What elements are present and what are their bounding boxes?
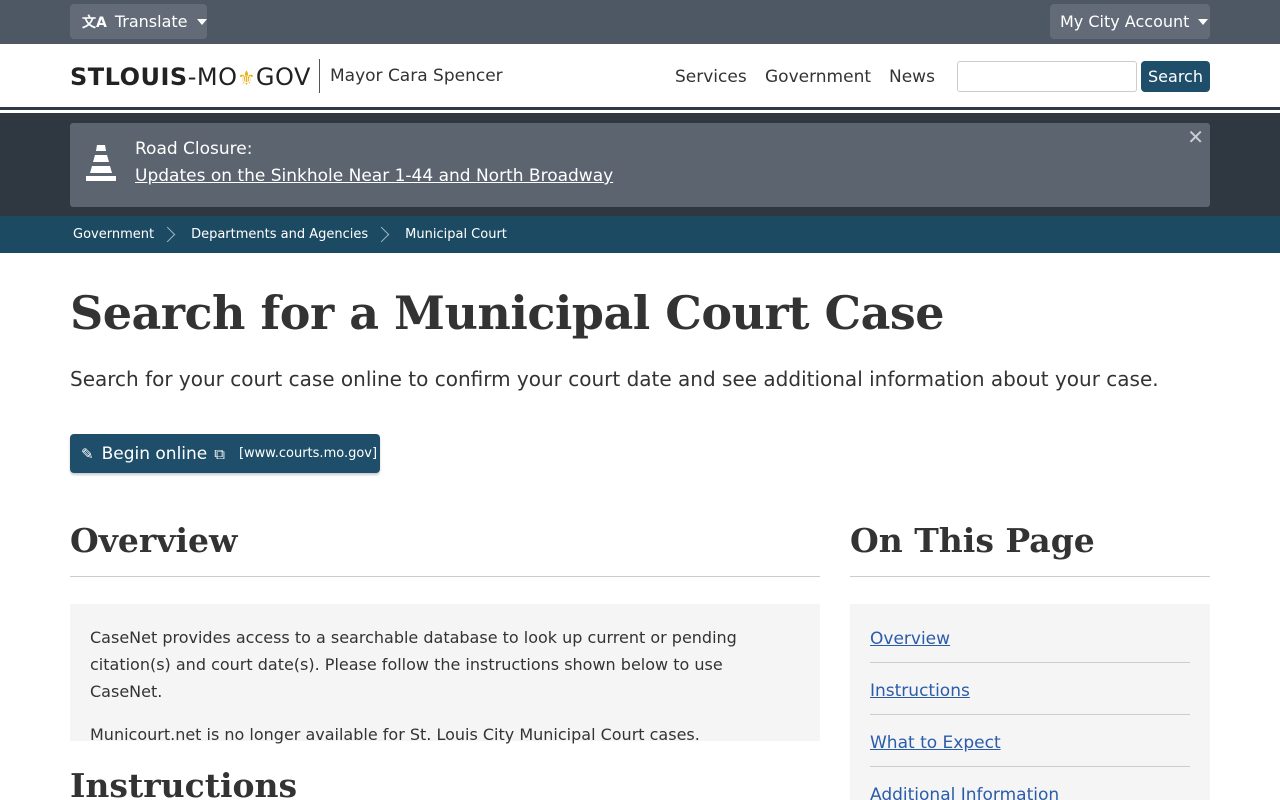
- breadcrumb-government[interactable]: Government: [73, 227, 154, 242]
- nav-news[interactable]: News: [889, 67, 935, 87]
- breadcrumb-departments[interactable]: Departments and Agencies: [191, 227, 368, 242]
- chevron-down-icon: [196, 18, 207, 25]
- divider: [70, 576, 820, 577]
- close-icon[interactable]: ✕: [1187, 125, 1204, 149]
- toc-item: Overview: [870, 604, 1190, 663]
- alert-title: Road Closure:: [135, 139, 253, 159]
- toc-item: What to Expect: [870, 715, 1190, 767]
- road-closure-alert: Road Closure: Updates on the Sinkhole Ne…: [70, 123, 1210, 207]
- site-header: STLOUIS-MO⚜GOV Mayor Cara Spencer Servic…: [0, 44, 1280, 110]
- logo-divider: [319, 59, 320, 93]
- translate-icon: 文A: [82, 14, 107, 31]
- on-this-page-list: Overview Instructions What to Expect Add…: [850, 604, 1210, 800]
- logo-gov: GOV: [255, 63, 311, 91]
- toc-link-additional-information[interactable]: Additional Information: [870, 785, 1059, 800]
- begin-online-label: Begin online: [101, 443, 208, 464]
- nav-services[interactable]: Services: [675, 67, 747, 87]
- account-label: My City Account: [1060, 12, 1190, 31]
- utility-bar: 文A Translate My City Account: [0, 0, 1280, 44]
- breadcrumb-municipal-court[interactable]: Municipal Court: [405, 227, 507, 242]
- overview-paragraph: Municourt.net is no longer available for…: [90, 725, 700, 744]
- chevron-down-icon: [1198, 18, 1209, 25]
- nav-government[interactable]: Government: [765, 67, 871, 87]
- external-link-icon: ⧉: [214, 444, 225, 463]
- translate-label: Translate: [114, 12, 188, 31]
- toc-item: Additional Information: [870, 767, 1190, 800]
- alert-band: Road Closure: Updates on the Sinkhole Ne…: [0, 113, 1280, 216]
- alert-link[interactable]: Updates on the Sinkhole Near 1-44 and No…: [135, 166, 613, 186]
- search-button[interactable]: Search: [1141, 61, 1210, 92]
- begin-online-url: [www.courts.mo.gov]: [238, 446, 378, 461]
- overview-heading: Overview: [70, 521, 238, 560]
- toc-item: Instructions: [870, 663, 1190, 715]
- chevron-right-icon: [373, 226, 390, 243]
- search-input[interactable]: [957, 61, 1137, 92]
- translate-button[interactable]: 文A Translate: [70, 4, 207, 39]
- traffic-cone-icon: [86, 145, 116, 181]
- overview-paragraph: CaseNet provides access to a searchable …: [90, 628, 737, 701]
- my-city-account-button[interactable]: My City Account: [1050, 4, 1210, 39]
- page-title: Search for a Municipal Court Case: [70, 286, 945, 340]
- chevron-right-icon: [159, 226, 176, 243]
- toc-link-overview[interactable]: Overview: [870, 629, 950, 649]
- breadcrumb: Government Departments and Agencies Muni…: [0, 216, 1280, 253]
- logo-stlouis: STLOUIS: [70, 63, 188, 91]
- overview-panel: CaseNet provides access to a searchable …: [70, 604, 820, 744]
- instructions-heading: Instructions: [70, 766, 298, 800]
- fleur-de-lis-icon: ⚜: [237, 66, 256, 90]
- site-logo[interactable]: STLOUIS-MO⚜GOV: [70, 63, 311, 91]
- mayor-name: Mayor Cara Spencer: [330, 66, 503, 86]
- on-this-page-heading: On This Page: [850, 521, 1095, 560]
- page-lead: Search for your court case online to con…: [70, 367, 1159, 391]
- edit-icon: ✎: [81, 444, 94, 463]
- toc-link-what-to-expect[interactable]: What to Expect: [870, 733, 1001, 753]
- divider: [850, 576, 1210, 577]
- toc-link-instructions[interactable]: Instructions: [870, 681, 970, 701]
- logo-mo: -MO: [187, 63, 238, 91]
- begin-online-button[interactable]: ✎ Begin online ⧉ [www.courts.mo.gov]: [70, 434, 380, 473]
